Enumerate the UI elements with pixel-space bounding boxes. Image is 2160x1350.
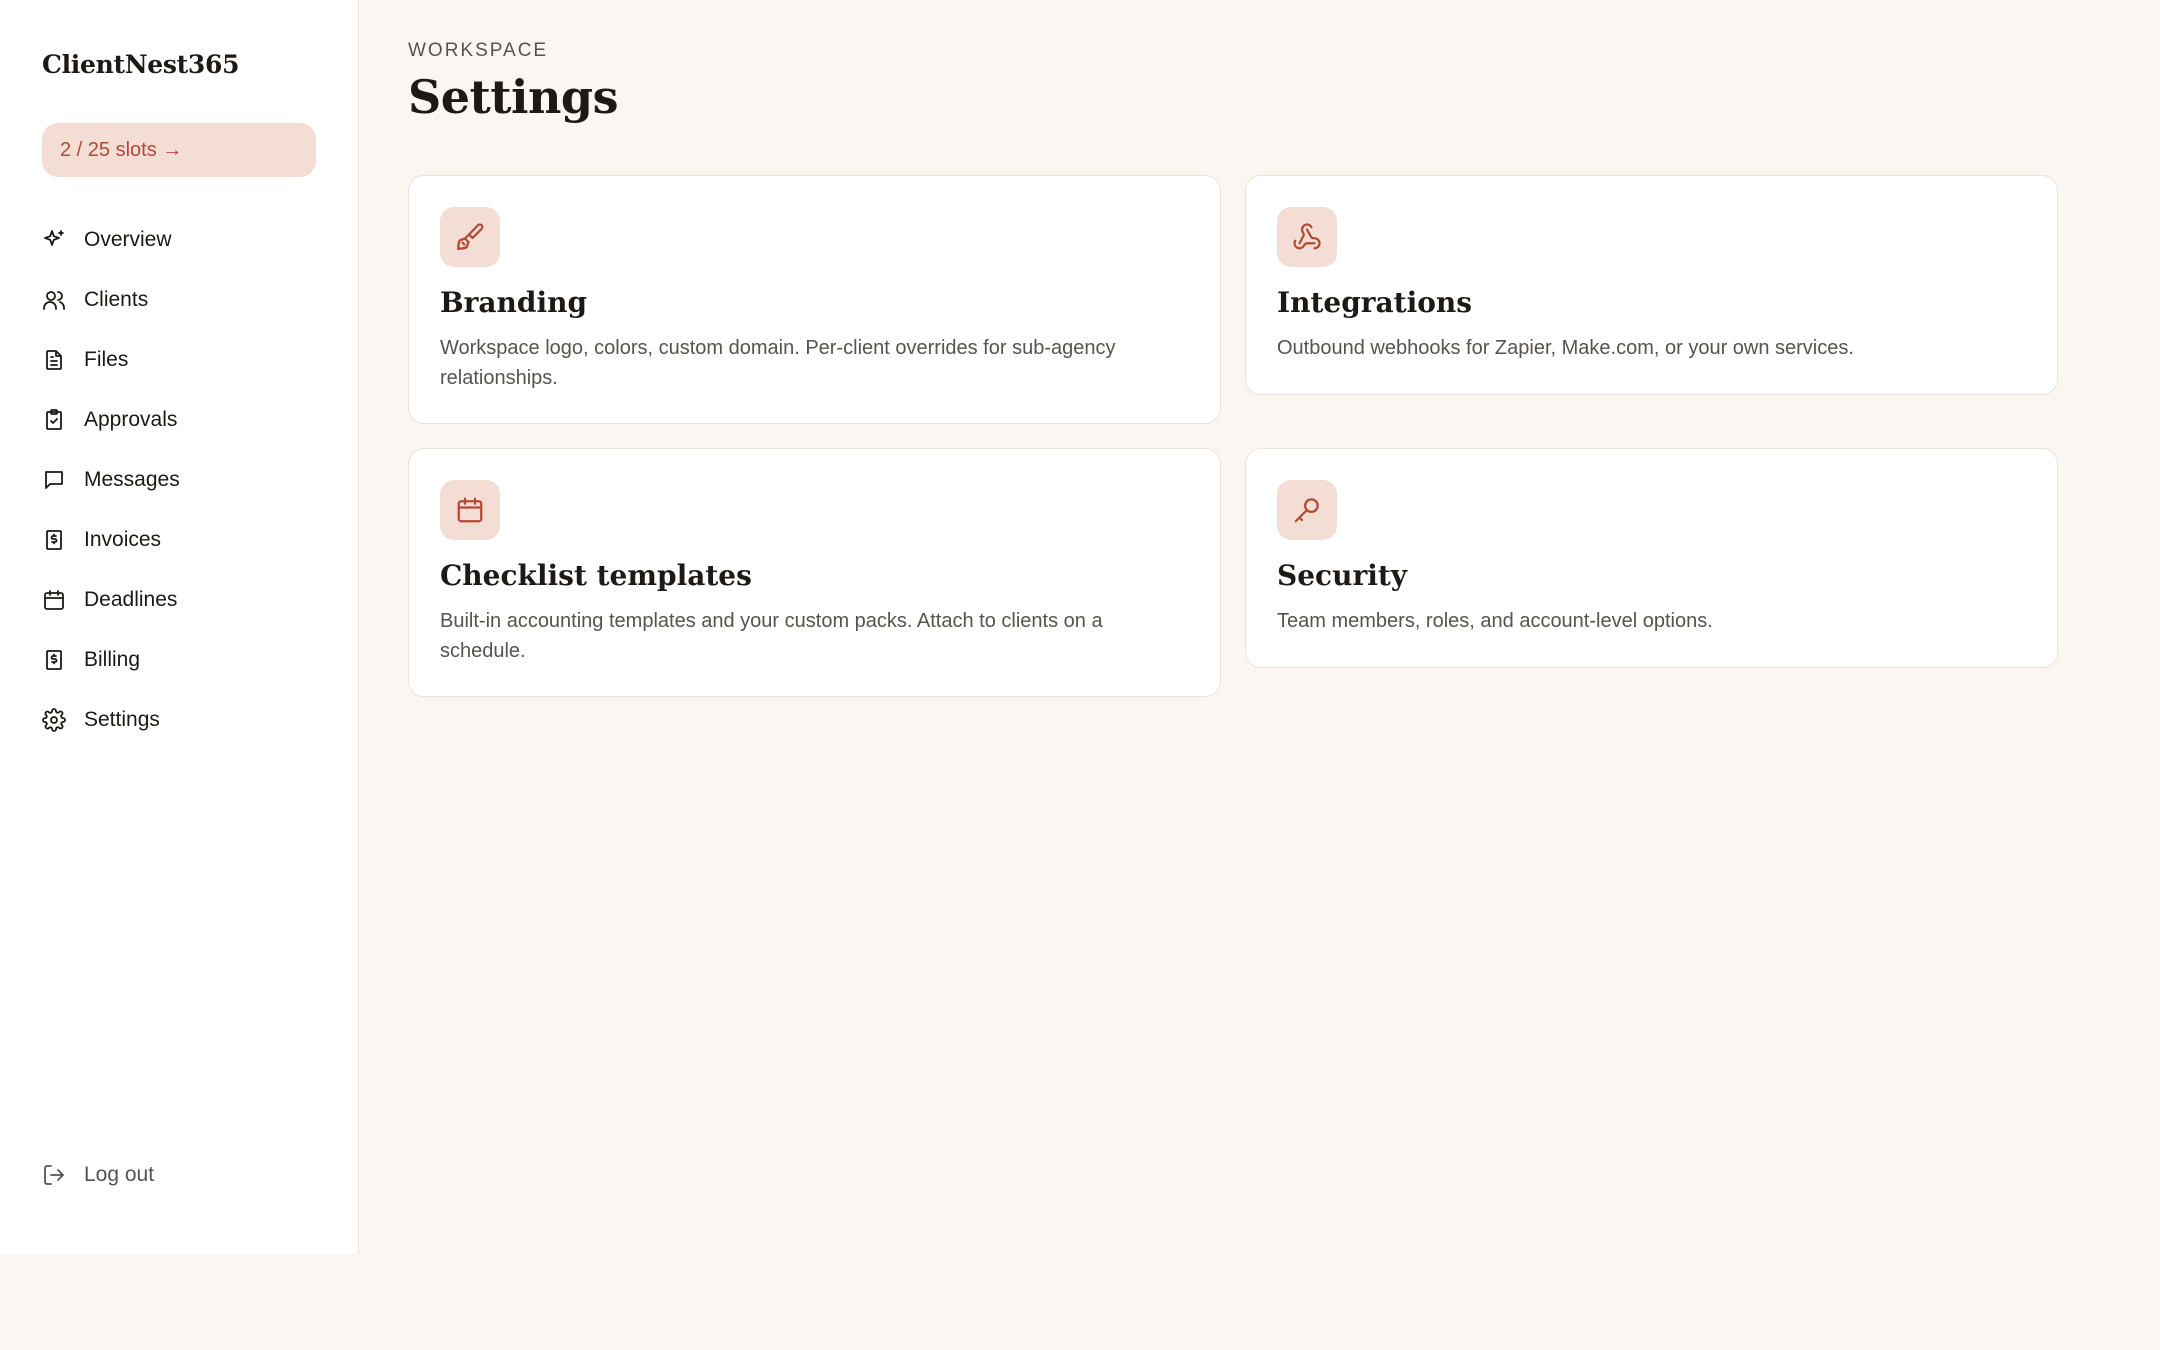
calendar-icon [440,480,500,540]
sidebar-item-label: Overview [84,228,172,251]
logout-button[interactable]: Log out [42,1163,154,1187]
billing-icon [42,648,66,672]
sparkle-icon [42,228,66,252]
sidebar-item-label: Clients [84,288,149,311]
sidebar-item-label: Invoices [84,528,162,551]
gear-icon [42,708,66,732]
sidebar-item-label: Approvals [84,408,178,431]
sidebar-item-approvals[interactable]: Approvals [42,390,332,450]
sidebar: ClientNest365 2 / 25 slots → Overview Cl… [0,0,359,1254]
app-root: ClientNest365 2 / 25 slots → Overview Cl… [0,0,2160,1350]
sidebar-item-billing[interactable]: Billing [42,630,332,690]
webhook-icon [1277,207,1337,267]
users-icon [42,288,66,312]
section-eyebrow: WORKSPACE [408,40,549,61]
card-title: Checklist templates [440,559,752,592]
card-description: Outbound webhooks for Zapier, Make.com, … [1277,337,1854,359]
sidebar-item-messages[interactable]: Messages [42,450,332,510]
sidebar-item-label: Billing [84,648,141,671]
sidebar-item-label: Settings [84,708,160,731]
brand-logo[interactable]: ClientNest365 [42,50,239,79]
card-checklist-templates[interactable]: Checklist templates Built-in accounting … [408,448,1221,697]
page-title: Settings [408,70,618,124]
card-title: Security [1277,559,1408,592]
sidebar-item-settings[interactable]: Settings [42,690,332,750]
message-icon [42,468,66,492]
sidebar-item-files[interactable]: Files [42,330,332,390]
slots-badge[interactable]: 2 / 25 slots → [42,123,316,177]
sidebar-item-label: Files [84,348,129,371]
paintbrush-icon [440,207,500,267]
card-description: Team members, roles, and account-level o… [1277,610,1713,632]
card-description: Workspace logo, colors, custom domain. P… [440,337,1116,389]
card-title: Integrations [1277,286,1473,319]
sidebar-item-overview[interactable]: Overview [42,210,332,270]
card-branding[interactable]: Branding Workspace logo, colors, custom … [408,175,1221,424]
sidebar-item-deadlines[interactable]: Deadlines [42,570,332,630]
file-icon [42,348,66,372]
clipboard-check-icon [42,408,66,432]
calendar-icon [42,588,66,612]
sidebar-item-clients[interactable]: Clients [42,270,332,330]
logout-label: Log out [84,1163,155,1186]
logout-icon [44,1165,64,1185]
card-title: Branding [440,286,588,319]
sidebar-item-label: Deadlines [84,588,178,611]
sidebar-nav: Overview Clients Files Approvals Message… [42,210,332,750]
card-integrations[interactable]: Integrations Outbound webhooks for Zapie… [1245,175,2058,395]
card-security[interactable]: Security Team members, roles, and accoun… [1245,448,2058,668]
card-description: Built-in accounting templates and your c… [440,610,1103,662]
sidebar-item-label: Messages [84,468,180,491]
key-icon [1277,480,1337,540]
sidebar-item-invoices[interactable]: Invoices [42,510,332,570]
invoice-icon [42,528,66,552]
